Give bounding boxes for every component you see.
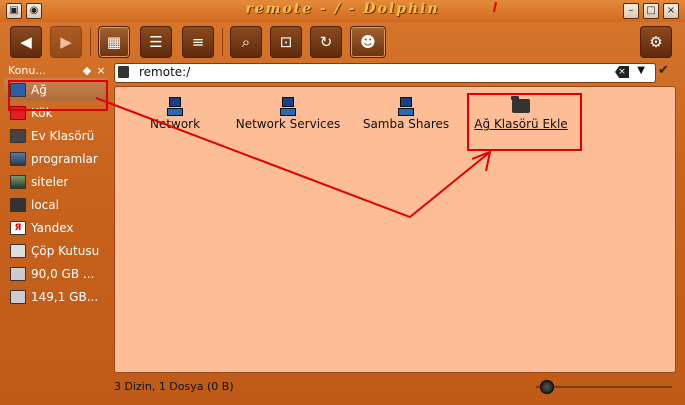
annotation-arrow [95, 1, 497, 219]
dolphin-window: ▣ ◉ remote - / - Dolphin – □ × ◀ ▶ ▦ ☰ ≡… [0, 0, 685, 405]
